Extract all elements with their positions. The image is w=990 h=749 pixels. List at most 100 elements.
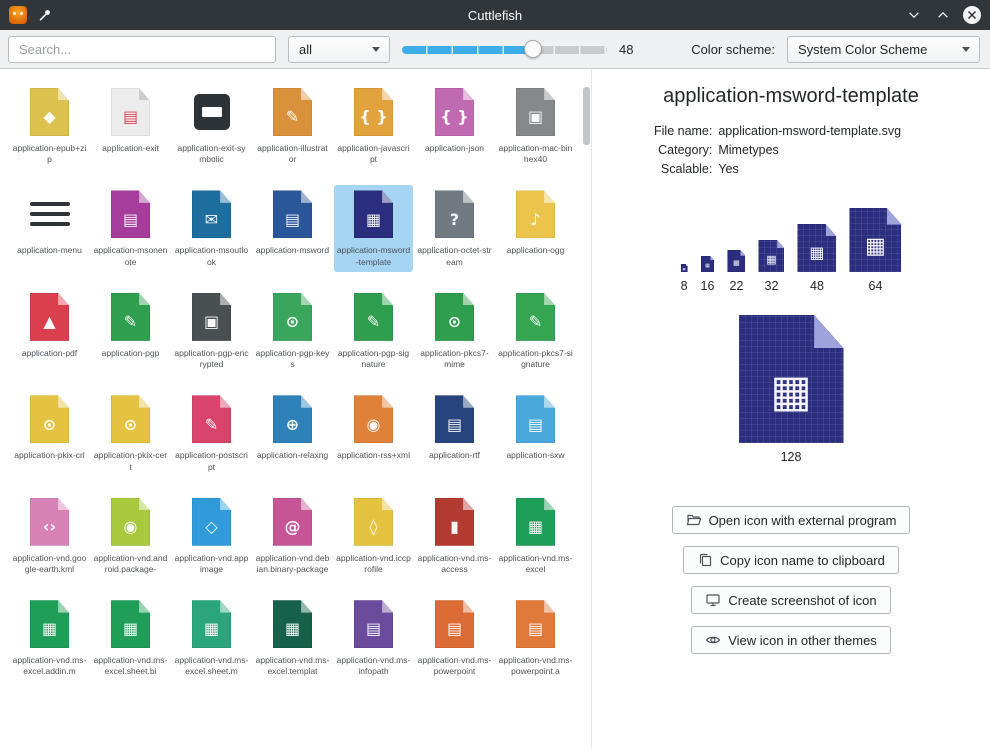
icon-grid-item[interactable]: ▣application-pgp-encrypted <box>172 288 251 374</box>
icon-grid-item[interactable]: @application-vnd.debian.binary-package <box>253 493 332 579</box>
file-icon: ▤ <box>111 190 150 238</box>
app-icon <box>9 6 27 24</box>
file-icon: ▣ <box>192 293 231 341</box>
detail-fields: File name:application-msword-template.sv… <box>654 124 901 176</box>
icon-label: application-msword-template <box>336 245 411 267</box>
icon-grid-item[interactable]: ✎application-illustrator <box>253 83 332 169</box>
file-icon: ? <box>435 190 474 238</box>
size-label: 16 <box>701 279 715 293</box>
icon-label: application-epub+zip <box>12 143 87 165</box>
icon-grid-item[interactable]: ▦application-msword-template <box>334 185 413 271</box>
icon-label: application-exit <box>93 143 168 154</box>
icon-grid-item[interactable]: ▲application-pdf <box>10 288 89 374</box>
file-icon: ▤ <box>435 395 474 443</box>
icon-grid-item[interactable]: ▦application-vnd.ms-excel.sheet.m <box>172 595 251 681</box>
file-icon: ▦ <box>111 600 150 648</box>
icon-grid-item[interactable]: ⊙application-pkix-cert <box>91 390 170 476</box>
file-icon: ▤ <box>111 88 150 136</box>
pin-icon[interactable] <box>36 6 54 24</box>
icon-label: application-exit-symbolic <box>174 143 249 165</box>
icon-grid-item[interactable]: ⊙ application-pkix-crl <box>10 390 89 476</box>
icon-grid-item[interactable]: ✎application-pkcs7-signature <box>496 288 575 374</box>
icon-label: application-pkix-crl <box>12 450 87 461</box>
icon-label: application-vnd.ms-excel.addin.m <box>12 655 87 677</box>
color-scheme-dropdown[interactable]: System Color Scheme <box>787 36 980 63</box>
scrollbar-thumb[interactable] <box>583 87 590 145</box>
icon-grid-item[interactable]: ▣application-mac-binhex40 <box>496 83 575 169</box>
file-icon: ⊙ <box>30 395 69 443</box>
icon-grid-item[interactable]: ‹›application-vnd.google-earth.kml <box>10 493 89 579</box>
open-external-button[interactable]: Open icon with external program <box>672 506 911 534</box>
icon-grid-item[interactable]: ▦application-vnd.ms-excel <box>496 493 575 579</box>
maximize-button[interactable] <box>934 6 952 24</box>
file-icon: { } <box>354 88 393 136</box>
icon-label: application-relaxng <box>255 450 330 461</box>
search-input[interactable] <box>8 36 276 63</box>
icon-grid-item[interactable]: ✉application-msoutlook <box>172 185 251 271</box>
icon-grid-item[interactable]: ▤application-vnd.ms-powerpoint <box>415 595 494 681</box>
slider-handle[interactable] <box>524 40 542 58</box>
field-label: Category: <box>654 143 712 157</box>
icon-grid-item[interactable]: ⊕ application-relaxng <box>253 390 332 476</box>
icon-grid-item[interactable]: ▦application-vnd.ms-excel.templat <box>253 595 332 681</box>
screenshot-icon <box>705 592 721 608</box>
file-icon: ✉ <box>192 190 231 238</box>
icon-grid-item[interactable]: application-menu <box>10 185 89 271</box>
icon-grid-item[interactable]: ▦application-vnd.ms-excel.sheet.bi <box>91 595 170 681</box>
close-button[interactable] <box>963 6 981 24</box>
icon-grid-item[interactable]: ▤ application-exit <box>91 83 170 169</box>
icon-grid-item[interactable]: { }application-json <box>415 83 494 169</box>
icon-label: application-rss+xml <box>336 450 411 461</box>
icon-grid-item[interactable]: ◉application-rss+xml <box>334 390 413 476</box>
icon-grid-item[interactable]: ▮application-vnd.ms-access <box>415 493 494 579</box>
icon-grid-item[interactable]: ⊙application-pgp-keys <box>253 288 332 374</box>
icon-label: application-mac-binhex40 <box>498 143 573 165</box>
size-slider[interactable] <box>402 36 607 63</box>
icon-grid-item[interactable]: ▤application-sxw <box>496 390 575 476</box>
file-icon: ✎ <box>111 293 150 341</box>
icon-grid-item[interactable]: ?application-octet-stream <box>415 185 494 271</box>
icon-grid-item[interactable]: ◇application-vnd.appimage <box>172 493 251 579</box>
icon-grid-item[interactable]: ✎application-pgp <box>91 288 170 374</box>
icon-grid-item[interactable]: ▤application-vnd.ms-powerpoint.a <box>496 595 575 681</box>
screenshot-button[interactable]: Create screenshot of icon <box>691 586 890 614</box>
icon-grid-item[interactable]: ✎application-pgp-signature <box>334 288 413 374</box>
titlebar: Cuttlefish <box>0 0 990 30</box>
icon-grid-item[interactable]: ◉application-vnd.android.package- <box>91 493 170 579</box>
field-value: application-msword-template.svg <box>718 124 901 138</box>
icon-grid-item[interactable]: ◆application-epub+zip <box>10 83 89 169</box>
icon-grid-item[interactable]: ▤application-vnd.ms-infopath <box>334 595 413 681</box>
size-preview: ▦32 <box>758 240 784 293</box>
icon-grid-item[interactable]: ⊙application-pkcs7-mime <box>415 288 494 374</box>
button-label: Open icon with external program <box>709 513 897 528</box>
icon-grid-item[interactable]: application-exit-symbolic <box>172 83 251 169</box>
icon-grid-item[interactable]: ✎application-postscript <box>172 390 251 476</box>
icon-grid-item[interactable]: ◊application-vnd.iccprofile <box>334 493 413 579</box>
icon-grid-item[interactable]: ▦application-vnd.ms-excel.addin.m <box>10 595 89 681</box>
filter-dropdown[interactable]: all <box>288 36 390 63</box>
icon-label: application-pdf <box>12 348 87 359</box>
copy-icon <box>697 552 713 568</box>
icon-grid-item[interactable]: ♪application-ogg <box>496 185 575 271</box>
icon-label: application-pgp-keys <box>255 348 330 370</box>
file-icon: ▤ <box>435 600 474 648</box>
icon-label: application-msword <box>255 245 330 256</box>
file-icon: ✎ <box>516 293 555 341</box>
icon-label: application-menu <box>12 245 87 256</box>
copy-name-button[interactable]: Copy icon name to clipboard <box>683 546 899 574</box>
file-icon: ◉ <box>111 498 150 546</box>
file-icon: ♪ <box>516 190 555 238</box>
icon-grid-item[interactable]: ▤application-msonenote <box>91 185 170 271</box>
details-panel: application-msword-template File name:ap… <box>592 69 990 749</box>
view-themes-button[interactable]: View icon in other themes <box>691 626 891 654</box>
icon-label: application-vnd.ms-excel <box>498 553 573 575</box>
file-icon: ⊕ <box>273 395 312 443</box>
icon-grid-item[interactable]: ▤application-rtf <box>415 390 494 476</box>
file-icon: ⊙ <box>111 395 150 443</box>
icon-label: application-vnd.google-earth.kml <box>12 553 87 575</box>
minimize-button[interactable] <box>905 6 923 24</box>
icon-grid-item[interactable]: { } application-javascript <box>334 83 413 169</box>
icon-label: application-javascript <box>336 143 411 165</box>
size-label: 64 <box>869 279 883 293</box>
icon-grid-item[interactable]: ▤application-msword <box>253 185 332 271</box>
